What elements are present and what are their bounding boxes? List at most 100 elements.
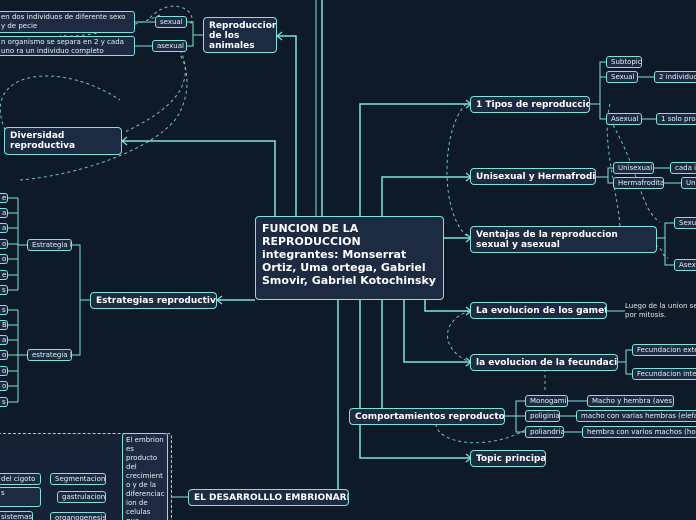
k-item[interactable]: s: [0, 285, 8, 295]
note-embrion[interactable]: El embrion es producto del crecimient o …: [122, 433, 168, 520]
subtopic-label: Hermafrodita: [618, 179, 664, 187]
k-item[interactable]: e: [0, 193, 8, 203]
subtopic-fecundacion-externa[interactable]: Fecundacion exte: [632, 344, 696, 356]
r-item-label: o: [2, 367, 7, 375]
subtopic-gastrulacion[interactable]: gastrulacion: [57, 491, 106, 503]
note-dos-individuos[interactable]: 2 individuos: [654, 71, 696, 83]
subtopic-label: Sexu: [679, 219, 696, 227]
subtopic-label: Estrategia k: [32, 241, 72, 249]
topic-evolucion-gametos[interactable]: La evolucion de los gametos: [470, 302, 607, 319]
subtopic-asexual[interactable]: asexual: [152, 40, 187, 52]
subtopic-monogamia[interactable]: Monogamia: [525, 395, 568, 407]
subtopic-sexual[interactable]: sexual: [155, 16, 187, 28]
note-poliandria[interactable]: hembra con varios machos (horm: [582, 426, 696, 438]
subtopic-label: estrategia R: [32, 351, 72, 359]
subtopic-label: Fecundacion exte: [637, 346, 696, 354]
central-topic[interactable]: FUNCION DE LA REPRODUCCION integrantes: …: [255, 216, 444, 300]
r-item[interactable]: a: [0, 335, 8, 345]
note-s[interactable]: s: [0, 487, 41, 507]
k-item[interactable]: o: [0, 254, 8, 264]
r-item-label: s: [2, 306, 6, 314]
topic-diversidad-reproductiva[interactable]: Diversidad reproductiva: [4, 127, 122, 155]
topic-comportamientos-reproductores[interactable]: Comportamientos reproductores: [349, 408, 505, 425]
topic-label: Comportamientos reproductores: [355, 412, 505, 422]
r-item[interactable]: o: [0, 350, 8, 360]
topic-unisexual-hermafrodita[interactable]: Unisexual y Hermafrodita: [470, 168, 596, 185]
r-item-label: s: [2, 398, 6, 406]
r-item[interactable]: B: [0, 320, 8, 330]
note-text: s: [1, 489, 5, 497]
k-item-label: a: [2, 209, 7, 217]
k-item-label: e: [2, 271, 7, 279]
subtopic-unisexual[interactable]: Unisexual: [613, 162, 654, 174]
note-monogamia[interactable]: Macho y hembra (aves): [587, 395, 674, 407]
note-text: hembra con varios machos (horm: [587, 428, 696, 436]
topic-label: Ventajas de la reproduccion sexual y ase…: [476, 230, 618, 250]
topic-label: EL DESARROLLLO EMBRIONARIO: [194, 493, 349, 503]
topic-label: 1 Tipos de reproduccion: [476, 100, 590, 110]
topic-principal[interactable]: Topic principal: [470, 450, 546, 467]
subtopic-sexual-tipos[interactable]: Sexual: [606, 71, 638, 83]
subtopic-fecundacion-interna[interactable]: Fecundacion inter: [632, 368, 696, 380]
topic-reproduccion-animales[interactable]: Reproduccion de los animales: [203, 17, 277, 53]
note-sistemas[interactable]: sistemas: [0, 511, 33, 520]
k-item[interactable]: a: [0, 223, 8, 233]
note-un-solo[interactable]: 1 solo prog: [656, 113, 696, 125]
subtopic-label: sexual: [160, 18, 183, 26]
note-text: Luego de la union se por mitosis.: [625, 302, 696, 319]
k-item[interactable]: a: [0, 208, 8, 218]
subtopic-label: Asex: [679, 261, 696, 269]
note-text: n organismo se separa en 2 y cada uno ra…: [1, 38, 124, 55]
note-sexual[interactable]: en dos individuos de diferente sexo y de…: [0, 11, 135, 33]
note-cada[interactable]: cada i: [670, 162, 696, 174]
note-asexual[interactable]: n organismo se separa en 2 y cada uno ra…: [0, 36, 135, 56]
note-poliginia[interactable]: macho con varias hembras (elefant: [576, 410, 696, 422]
subtopic-poliginia[interactable]: poliginia: [525, 410, 560, 422]
note-text: sistemas: [1, 513, 33, 520]
note-text: macho con varias hembras (elefant: [581, 412, 696, 420]
r-item[interactable]: o: [0, 381, 8, 391]
k-item[interactable]: e: [0, 270, 8, 280]
subtopic-estrategia-r[interactable]: estrategia R: [27, 349, 72, 361]
r-item-label: o: [2, 351, 7, 359]
topic-estrategias-reproductivas[interactable]: Estrategias reproductivas: [90, 292, 217, 309]
subtopic-organogenesis[interactable]: organogenesis: [50, 512, 106, 520]
topic-evolucion-fecundacion[interactable]: la evolucion de la fecundacion: [470, 354, 618, 371]
r-item[interactable]: s: [0, 305, 8, 315]
subtopic-segmentacion[interactable]: Segmentacion: [50, 473, 106, 485]
note-text: El embrion es producto del crecimient o …: [126, 436, 165, 520]
note-text: 2 individuos: [659, 73, 696, 81]
k-item-label: a: [2, 224, 7, 232]
note-text: del cigoto: [1, 475, 36, 483]
note-text: Un: [686, 179, 696, 187]
subtopic-label: Unisexual: [618, 164, 653, 172]
topic-tipos-reproduccion[interactable]: 1 Tipos de reproduccion: [470, 96, 590, 113]
note-un[interactable]: Un: [681, 177, 696, 189]
k-item[interactable]: o: [0, 239, 8, 249]
note-cigoto[interactable]: del cigoto: [0, 473, 41, 485]
subtopic-estrategia-k[interactable]: Estrategia k: [27, 239, 72, 251]
r-item[interactable]: o: [0, 366, 8, 376]
k-item-label: o: [2, 255, 7, 263]
subtopic-subtopic[interactable]: Subtopic: [606, 56, 642, 68]
subtopic-label: gastrulacion: [62, 493, 106, 501]
subtopic-label: Monogamia: [530, 397, 568, 405]
topic-ventajas[interactable]: Ventajas de la reproduccion sexual y ase…: [470, 226, 657, 253]
subtopic-ventaja-asexual[interactable]: Asex: [674, 259, 696, 271]
r-item-label: B: [2, 321, 7, 329]
topic-desarrollo-embrionario[interactable]: EL DESARROLLLO EMBRIONARIO: [188, 489, 349, 506]
subtopic-label: Subtopic: [611, 58, 642, 66]
subtopic-asexual-tipos[interactable]: Asexual: [606, 113, 642, 125]
central-topic-text: FUNCION DE LA REPRODUCCION integrantes: …: [262, 222, 436, 287]
r-item-label: o: [2, 382, 7, 390]
k-item-label: e: [2, 194, 7, 202]
subtopic-hermafrodita[interactable]: Hermafrodita: [613, 177, 664, 189]
k-item-label: s: [2, 286, 6, 294]
subtopic-label: poliginia: [530, 412, 560, 420]
topic-label: la evolucion de la fecundacion: [476, 358, 618, 368]
topic-label: La evolucion de los gametos: [476, 306, 607, 316]
subtopic-ventaja-sexual[interactable]: Sexu: [674, 217, 696, 229]
subtopic-poliandria[interactable]: poliandria: [525, 426, 564, 438]
topic-label: Unisexual y Hermafrodita: [476, 172, 596, 182]
r-item[interactable]: s: [0, 397, 8, 407]
